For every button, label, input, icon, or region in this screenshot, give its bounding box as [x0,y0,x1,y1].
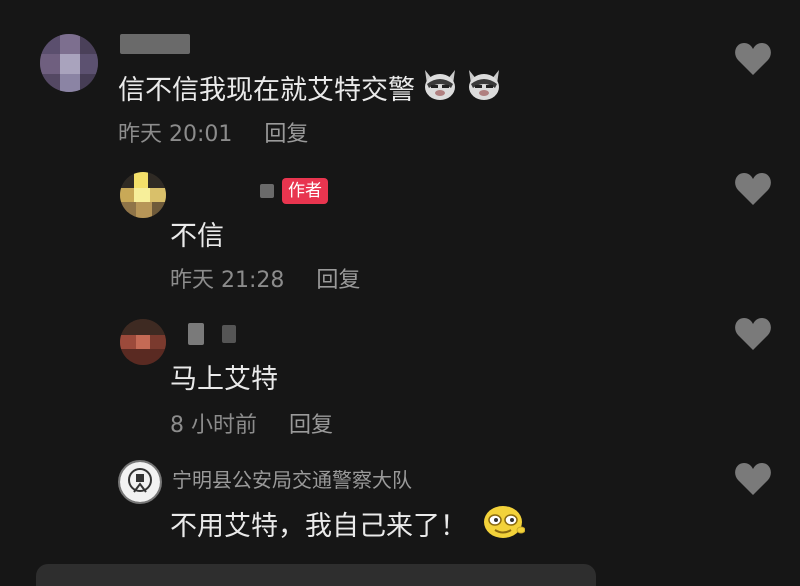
comment-text: 不信 [170,214,224,253]
comment-text: 信不信我现在就艾特交警 [118,66,503,109]
comment-text-content: 不用艾特，我自己来了！ [170,511,467,542]
author-badge: 作者 [282,178,328,204]
like-button[interactable] [734,42,772,76]
comment-text-content: 不信 [170,221,224,252]
avatar[interactable] [120,319,166,365]
username-blurred [260,184,274,198]
username[interactable]: 作者 [180,178,328,204]
heart-icon [735,463,771,495]
like-button[interactable] [734,317,772,351]
smiling-face-icon [481,500,526,547]
timestamp: 8 小时前 [170,413,257,438]
username-text: 宁明县公安局交通警察大队 [172,468,412,492]
comment-item: 信不信我现在就艾特交警 昨天 20:01 回复 [0,0,800,160]
username[interactable] [120,34,190,54]
reply-item: 宁明县公安局交通警察大队 不用艾特，我自己来了！ [0,450,800,580]
reply-item: 马上艾特 8 小时前 回复 [0,305,800,450]
comment-text: 马上艾特 [170,357,278,396]
like-button[interactable] [734,462,772,496]
heart-icon [735,43,771,75]
comment-text-content: 信不信我现在就艾特交警 [118,75,415,106]
timestamp: 昨天 20:01 [118,122,233,147]
comment-meta: 8 小时前 回复 [170,407,333,439]
cat-face-icon [465,66,503,109]
cat-face-icon [421,66,459,109]
comment-meta: 昨天 20:01 回复 [118,116,308,148]
like-button[interactable] [734,172,772,206]
heart-icon [735,173,771,205]
comment-input-bar[interactable] [36,564,596,586]
comment-text-content: 马上艾特 [170,364,278,395]
comment-text: 不用艾特，我自己来了！ [170,500,526,547]
avatar[interactable] [40,34,98,92]
heart-icon [735,318,771,350]
avatar[interactable] [118,460,162,504]
username-blurred [222,325,236,343]
username-blurred [188,323,204,345]
reply-button[interactable]: 回复 [289,407,333,439]
reply-button[interactable]: 回复 [264,116,308,148]
timestamp: 昨天 21:28 [170,268,285,293]
username[interactable] [188,323,236,345]
avatar[interactable] [120,172,166,218]
username-blurred [120,34,190,54]
reply-button[interactable]: 回复 [316,262,360,294]
reply-item: 作者 不信 昨天 21:28 回复 [0,160,800,305]
username[interactable]: 宁明县公安局交通警察大队 [172,464,412,493]
comment-meta: 昨天 21:28 回复 [170,262,360,294]
